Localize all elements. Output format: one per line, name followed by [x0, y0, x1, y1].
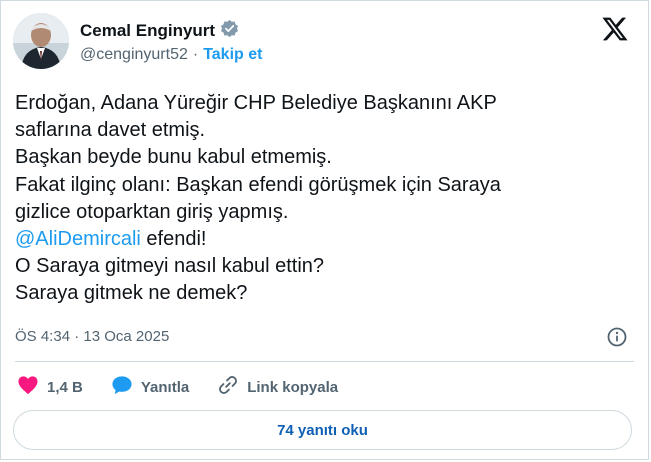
tweet-text: Erdoğan, Adana Yüreğir CHP Belediye Başk…	[15, 90, 635, 308]
copy-link-label: Link kopyala	[247, 378, 339, 396]
tweet-text-part1: Erdoğan, Adana Yüreğir CHP Belediye Başk…	[15, 92, 501, 223]
author-name-row[interactable]: Cemal Enginyurt	[80, 19, 239, 43]
x-logo-icon[interactable]	[600, 15, 630, 43]
follow-button[interactable]: Takip et	[203, 46, 262, 64]
link-icon	[217, 374, 239, 400]
reply-label: Yanıtla	[140, 378, 190, 396]
info-icon[interactable]	[606, 326, 628, 348]
author-handle[interactable]: @cenginyurt52	[80, 46, 188, 64]
separator-dot: ·	[192, 46, 199, 63]
avatar[interactable]	[13, 13, 69, 69]
tweet-card: Cemal Enginyurt @cenginyurt52 · Takip et…	[0, 0, 649, 460]
divider	[15, 361, 634, 362]
copy-link-button[interactable]: Link kopyala	[217, 374, 338, 400]
tweet-date: 13 Oca 2025	[83, 328, 170, 345]
meta-separator: ·	[74, 328, 80, 345]
read-replies-label: 74 yanıtı oku	[277, 421, 368, 439]
handle-row: @cenginyurt52 · Takip et	[80, 46, 262, 64]
author-name[interactable]: Cemal Enginyurt	[80, 21, 215, 41]
reply-bubble-icon	[111, 375, 133, 399]
action-bar: 1,4 B Yanıtla Link kopyala	[17, 374, 366, 400]
like-count: 1,4 B	[47, 378, 83, 396]
read-replies-button[interactable]: 74 yanıtı oku	[13, 410, 632, 450]
tweet-timestamp[interactable]: ÖS 4:34 · 13 Oca 2025	[15, 328, 169, 345]
mention-link[interactable]: @AliDemircali	[15, 228, 141, 250]
verified-badge-icon	[220, 19, 239, 43]
tweet-time: ÖS 4:34	[15, 328, 71, 345]
heart-icon	[17, 375, 39, 399]
reply-button[interactable]: Yanıtla	[111, 375, 189, 399]
like-button[interactable]: 1,4 B	[17, 375, 83, 399]
